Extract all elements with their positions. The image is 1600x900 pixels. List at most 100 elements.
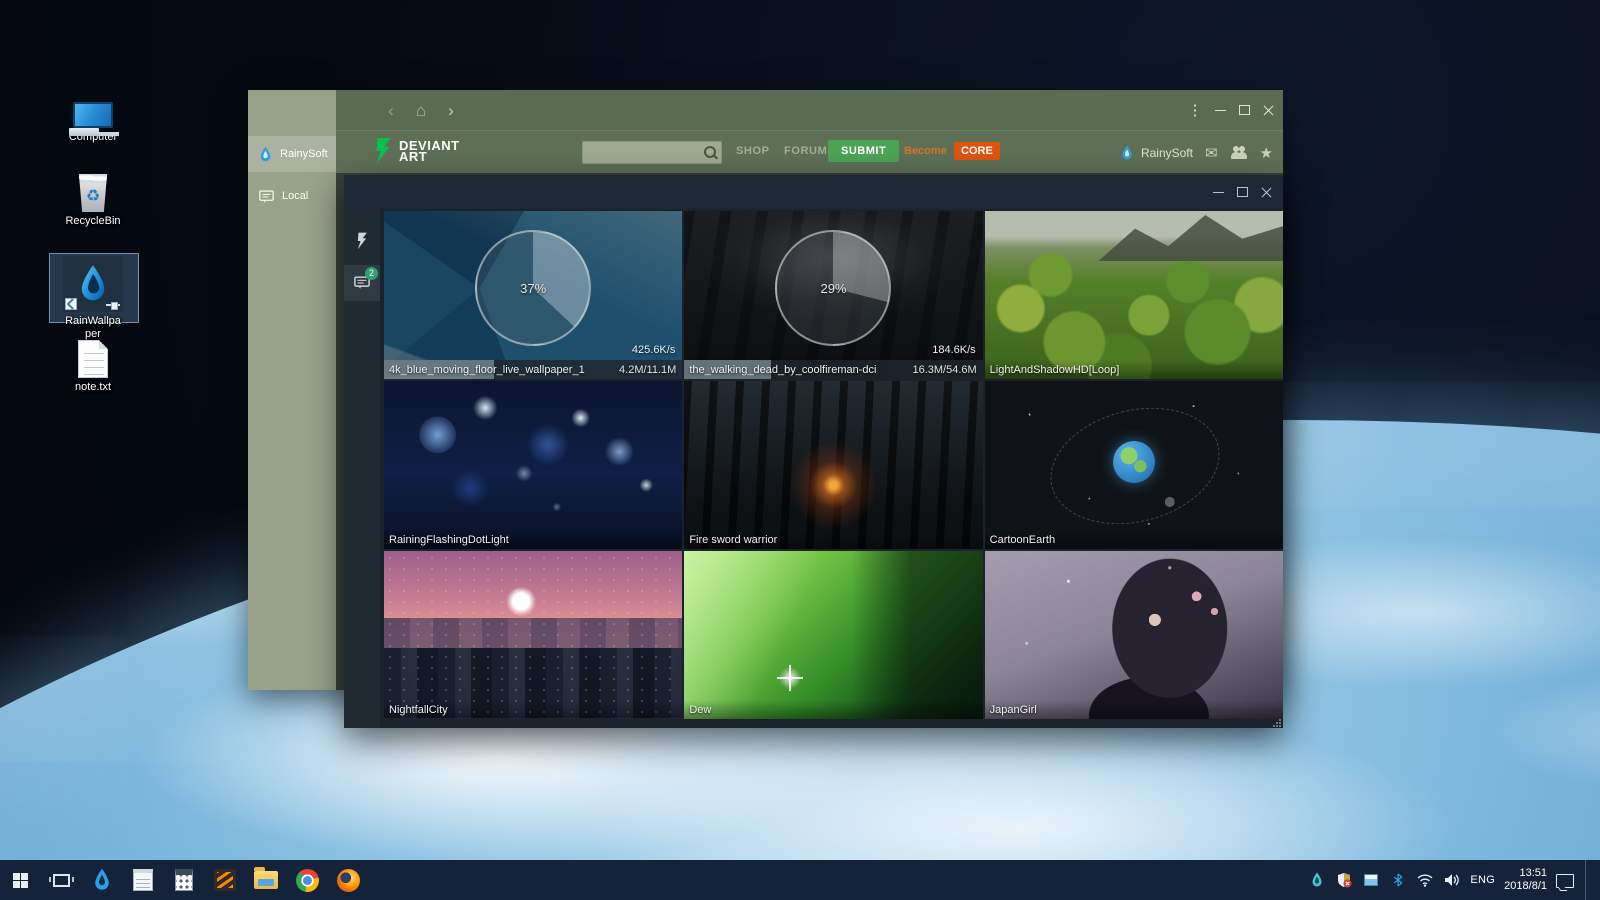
- deviantart-header: DEVIANT ART SHOP FORUM SUBMIT Become COR…: [336, 130, 1283, 173]
- close-button[interactable]: [1262, 104, 1275, 117]
- rail-deviantart-tab[interactable]: [344, 223, 380, 259]
- tile-caption: NightfallCity: [384, 700, 683, 719]
- desktop-icon-computer[interactable]: Computer: [49, 84, 137, 144]
- taskbar-chrome[interactable]: [295, 868, 319, 892]
- wallpaper-tile[interactable]: CartoonEarth: [984, 381, 1283, 549]
- become-core-link[interactable]: Become: [904, 145, 947, 157]
- local-library-icon: [259, 189, 274, 203]
- download-size: 4.2M/11.1M: [619, 363, 677, 376]
- taskbar-calculator[interactable]: [172, 868, 196, 892]
- core-badge[interactable]: CORE: [954, 142, 1000, 160]
- wallpaper-tile[interactable]: Dew: [684, 551, 983, 719]
- wallpaper-tile[interactable]: RainingFlashingDotLight: [384, 381, 683, 549]
- search-icon[interactable]: [702, 143, 719, 162]
- show-desktop-button[interactable]: [1585, 860, 1590, 900]
- wallpaper-thumbnail: [384, 551, 683, 719]
- water-drop-icon: [1312, 872, 1322, 887]
- deviantart-fella-icon: [357, 232, 367, 250]
- clock-time: 13:51: [1519, 867, 1547, 879]
- wallpaper-tile[interactable]: LightAndShadowHD[Loop]: [984, 211, 1283, 379]
- wifi-icon: [1417, 874, 1433, 887]
- minimize-button[interactable]: [1212, 186, 1225, 199]
- menu-shop[interactable]: SHOP: [736, 145, 770, 157]
- tray-bluetooth[interactable]: [1389, 871, 1407, 889]
- water-drop-icon: [260, 146, 271, 161]
- wallpaper-tile-downloading[interactable]: 29% 184.6K/s the_walking_dead_by_coolfir…: [684, 211, 983, 379]
- taskbar-sublime[interactable]: [213, 868, 237, 892]
- submit-button[interactable]: SUBMIT: [828, 140, 900, 162]
- taskbar: ENG 13:51 2018/8/1: [0, 860, 1600, 900]
- taskbar-clock[interactable]: 13:51 2018/8/1: [1504, 867, 1547, 893]
- progress-percent: 37%: [520, 280, 547, 296]
- grid-window-titlebar: [344, 175, 1283, 209]
- wallpaper-thumbnail: [984, 211, 1283, 379]
- favorites-star-icon[interactable]: ★: [1260, 144, 1273, 162]
- taskbar-file-explorer[interactable]: [254, 867, 278, 892]
- tray-window-app[interactable]: [1362, 871, 1380, 889]
- recycle-bin-icon: ♻: [78, 174, 108, 212]
- download-progress-circle: 37%: [475, 230, 592, 346]
- wallpaper-title: 4k_blue_moving_floor_live_wallpaper_1: [389, 363, 585, 376]
- wallpaper-title: NightfallCity: [389, 703, 448, 716]
- water-drop-icon: [81, 265, 105, 301]
- folder-icon: [254, 867, 278, 889]
- tray-wifi[interactable]: [1416, 871, 1434, 889]
- download-speed: 425.6K/s: [631, 344, 676, 356]
- nav-back-button[interactable]: ‹: [376, 102, 406, 119]
- desktop-icon-label: RecycleBin: [65, 215, 121, 227]
- rail-messages-tab[interactable]: 2: [344, 265, 380, 301]
- window-resize-grip[interactable]: [1273, 719, 1281, 727]
- wallpaper-tile[interactable]: NightfallCity: [384, 551, 683, 719]
- action-center-icon[interactable]: [1556, 874, 1574, 888]
- nav-forward-button[interactable]: ›: [436, 102, 466, 119]
- wallpaper-tile-downloading[interactable]: 37% 425.6K/s 4k_blue_moving_floor_live_w…: [384, 211, 683, 379]
- taskbar-firefox[interactable]: [336, 868, 360, 892]
- tray-volume[interactable]: [1443, 871, 1461, 889]
- desktop-icon-rainwallpaper[interactable]: RainWallpa per: [49, 256, 137, 341]
- wallpaper-tile[interactable]: Fire sword warrior: [684, 381, 983, 549]
- desktop-icon-recyclebin[interactable]: ♻ RecycleBin: [49, 168, 137, 228]
- maximize-button[interactable]: [1236, 186, 1249, 199]
- tray-defender[interactable]: [1335, 871, 1353, 889]
- menu-forum[interactable]: FORUM: [784, 145, 827, 157]
- wallpaper-thumbnail: [384, 381, 683, 549]
- task-view-icon: [48, 873, 74, 887]
- desktop-icon-note-txt[interactable]: note.txt: [49, 334, 137, 394]
- calculator-icon: [175, 869, 193, 891]
- notepad-icon: [133, 869, 153, 891]
- shortcut-arrow-icon: [65, 298, 77, 310]
- wallpaper-thumbnail: [684, 551, 983, 719]
- sidebar-item-rainysoft[interactable]: RainySoft: [248, 136, 336, 172]
- search-input[interactable]: [583, 142, 702, 163]
- task-view-button[interactable]: [48, 868, 74, 892]
- close-button[interactable]: [1260, 186, 1273, 199]
- shield-icon: [1338, 873, 1352, 888]
- maximize-button[interactable]: [1238, 104, 1251, 117]
- wallpaper-title: JapanGirl: [989, 703, 1037, 716]
- taskbar-notepad[interactable]: [131, 868, 155, 892]
- tray-rainwallpaper[interactable]: [1308, 871, 1326, 889]
- download-speed: 184.6K/s: [932, 344, 976, 356]
- search-box[interactable]: [582, 141, 722, 164]
- wallpaper-thumbnail: [984, 381, 1283, 549]
- messages-icon[interactable]: ✉: [1205, 144, 1218, 162]
- progress-percent: 29%: [820, 280, 847, 296]
- start-button[interactable]: [8, 868, 32, 892]
- user-avatar-drop-icon[interactable]: [1121, 145, 1133, 161]
- wallpaper-grid-window: 2 37% 425.6K/s 4k_blue_moving_floor_live…: [344, 175, 1283, 728]
- chrome-icon: [295, 868, 319, 892]
- tile-caption: Dew: [684, 700, 983, 719]
- wallpaper-tile[interactable]: JapanGirl: [984, 551, 1283, 719]
- unread-count-badge: 2: [365, 267, 378, 280]
- wallpaper-thumbnail: [684, 381, 983, 549]
- username-link[interactable]: RainySoft: [1141, 146, 1193, 160]
- deviantart-logo[interactable]: DEVIANT ART: [372, 138, 460, 164]
- sidebar-item-local[interactable]: Local: [248, 178, 336, 214]
- taskbar-rainwallpaper[interactable]: [90, 868, 114, 892]
- deviantart-fella-icon: [376, 138, 391, 164]
- nav-home-button[interactable]: ⌂: [406, 102, 436, 119]
- minimize-button[interactable]: [1214, 104, 1227, 117]
- watch-people-icon[interactable]: [1229, 146, 1248, 159]
- browser-menu-button[interactable]: ⋮: [1187, 101, 1203, 119]
- language-indicator[interactable]: ENG: [1470, 874, 1495, 886]
